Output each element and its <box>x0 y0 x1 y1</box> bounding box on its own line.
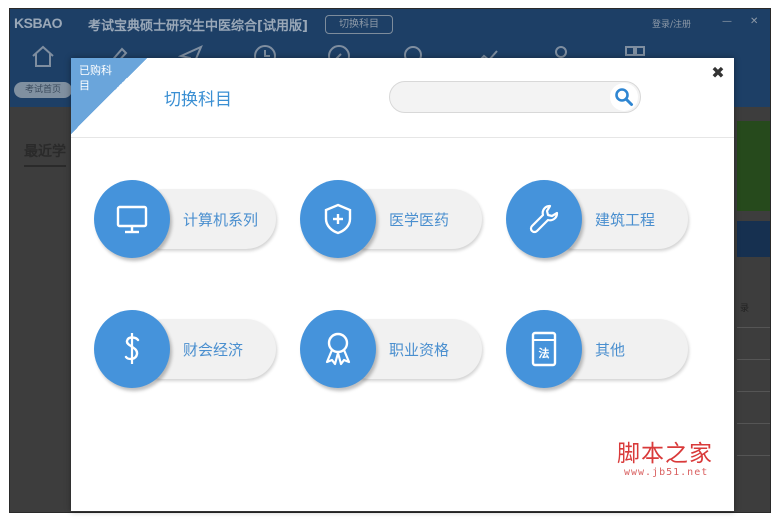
home-tab[interactable]: 考试首页 <box>14 82 72 98</box>
dialog-title: 切换科目 <box>164 90 232 110</box>
category-icon-circle[interactable] <box>506 180 582 258</box>
category-qualification[interactable]: 职业资格 <box>300 310 484 390</box>
brand-logo: KSBAO <box>14 15 63 31</box>
search-icon <box>615 88 633 106</box>
search-box <box>389 81 641 113</box>
category-computer[interactable]: 计算机系列 <box>94 180 278 260</box>
close-icon[interactable]: ✖ <box>709 64 727 82</box>
recent-heading: 最近学 <box>24 141 66 167</box>
category-label: 计算机系列 <box>183 211 259 229</box>
category-label: 职业资格 <box>389 341 450 359</box>
divider <box>737 455 770 456</box>
law-text: 法 <box>539 346 550 360</box>
monitor-icon <box>116 205 148 234</box>
wrench-icon <box>529 204 559 234</box>
category-icon-circle[interactable] <box>300 180 376 258</box>
divider <box>737 391 770 392</box>
watermark-url: www.jb51.net <box>624 467 709 478</box>
category-medicine[interactable]: 医学医药 <box>300 180 484 260</box>
search-button[interactable] <box>610 83 638 111</box>
category-icon-circle[interactable] <box>300 310 376 388</box>
category-construction[interactable]: 建筑工程 <box>506 180 690 260</box>
shield-plus-icon <box>324 203 352 235</box>
switch-subject-button[interactable]: 切换科目 <box>325 15 393 34</box>
category-icon-circle[interactable] <box>94 310 170 388</box>
category-finance[interactable]: 财会经济 <box>94 310 278 390</box>
award-ribbon-icon <box>325 332 351 366</box>
search-input[interactable] <box>402 87 606 109</box>
side-banner <box>737 121 770 211</box>
switch-subject-dialog: 已购科目 切换科目 ✖ 计算机系列 医学医药 建筑工程 财会经济 职业资格 法 … <box>71 58 734 511</box>
divider <box>737 359 770 360</box>
category-label: 财会经济 <box>183 341 244 359</box>
side-bar <box>737 221 770 257</box>
side-text: 录 <box>740 304 750 314</box>
category-label: 其他 <box>595 341 626 359</box>
category-label: 建筑工程 <box>595 211 656 229</box>
brand-name: 考试宝典 <box>88 19 141 34</box>
category-icon-circle[interactable] <box>94 180 170 258</box>
home-icon[interactable] <box>30 43 56 69</box>
watermark-text: 脚本之家 <box>617 441 713 467</box>
window-close-icon[interactable]: ✕ <box>750 16 758 27</box>
divider <box>737 423 770 424</box>
dollar-icon <box>124 333 140 364</box>
login-link[interactable]: 登录/注册 <box>652 17 691 30</box>
category-icon-circle[interactable]: 法 <box>506 310 582 388</box>
category-label: 医学医药 <box>389 211 450 229</box>
divider <box>737 327 770 328</box>
app-title: 硕士研究生中医综合[试用版] <box>140 19 308 34</box>
purchased-subjects-label[interactable]: 已购科目 <box>79 63 113 93</box>
category-other[interactable]: 法 其他 <box>506 310 690 390</box>
header-divider <box>71 137 734 138</box>
minimize-icon[interactable]: — <box>722 16 732 27</box>
law-book-icon: 法 <box>531 331 557 367</box>
